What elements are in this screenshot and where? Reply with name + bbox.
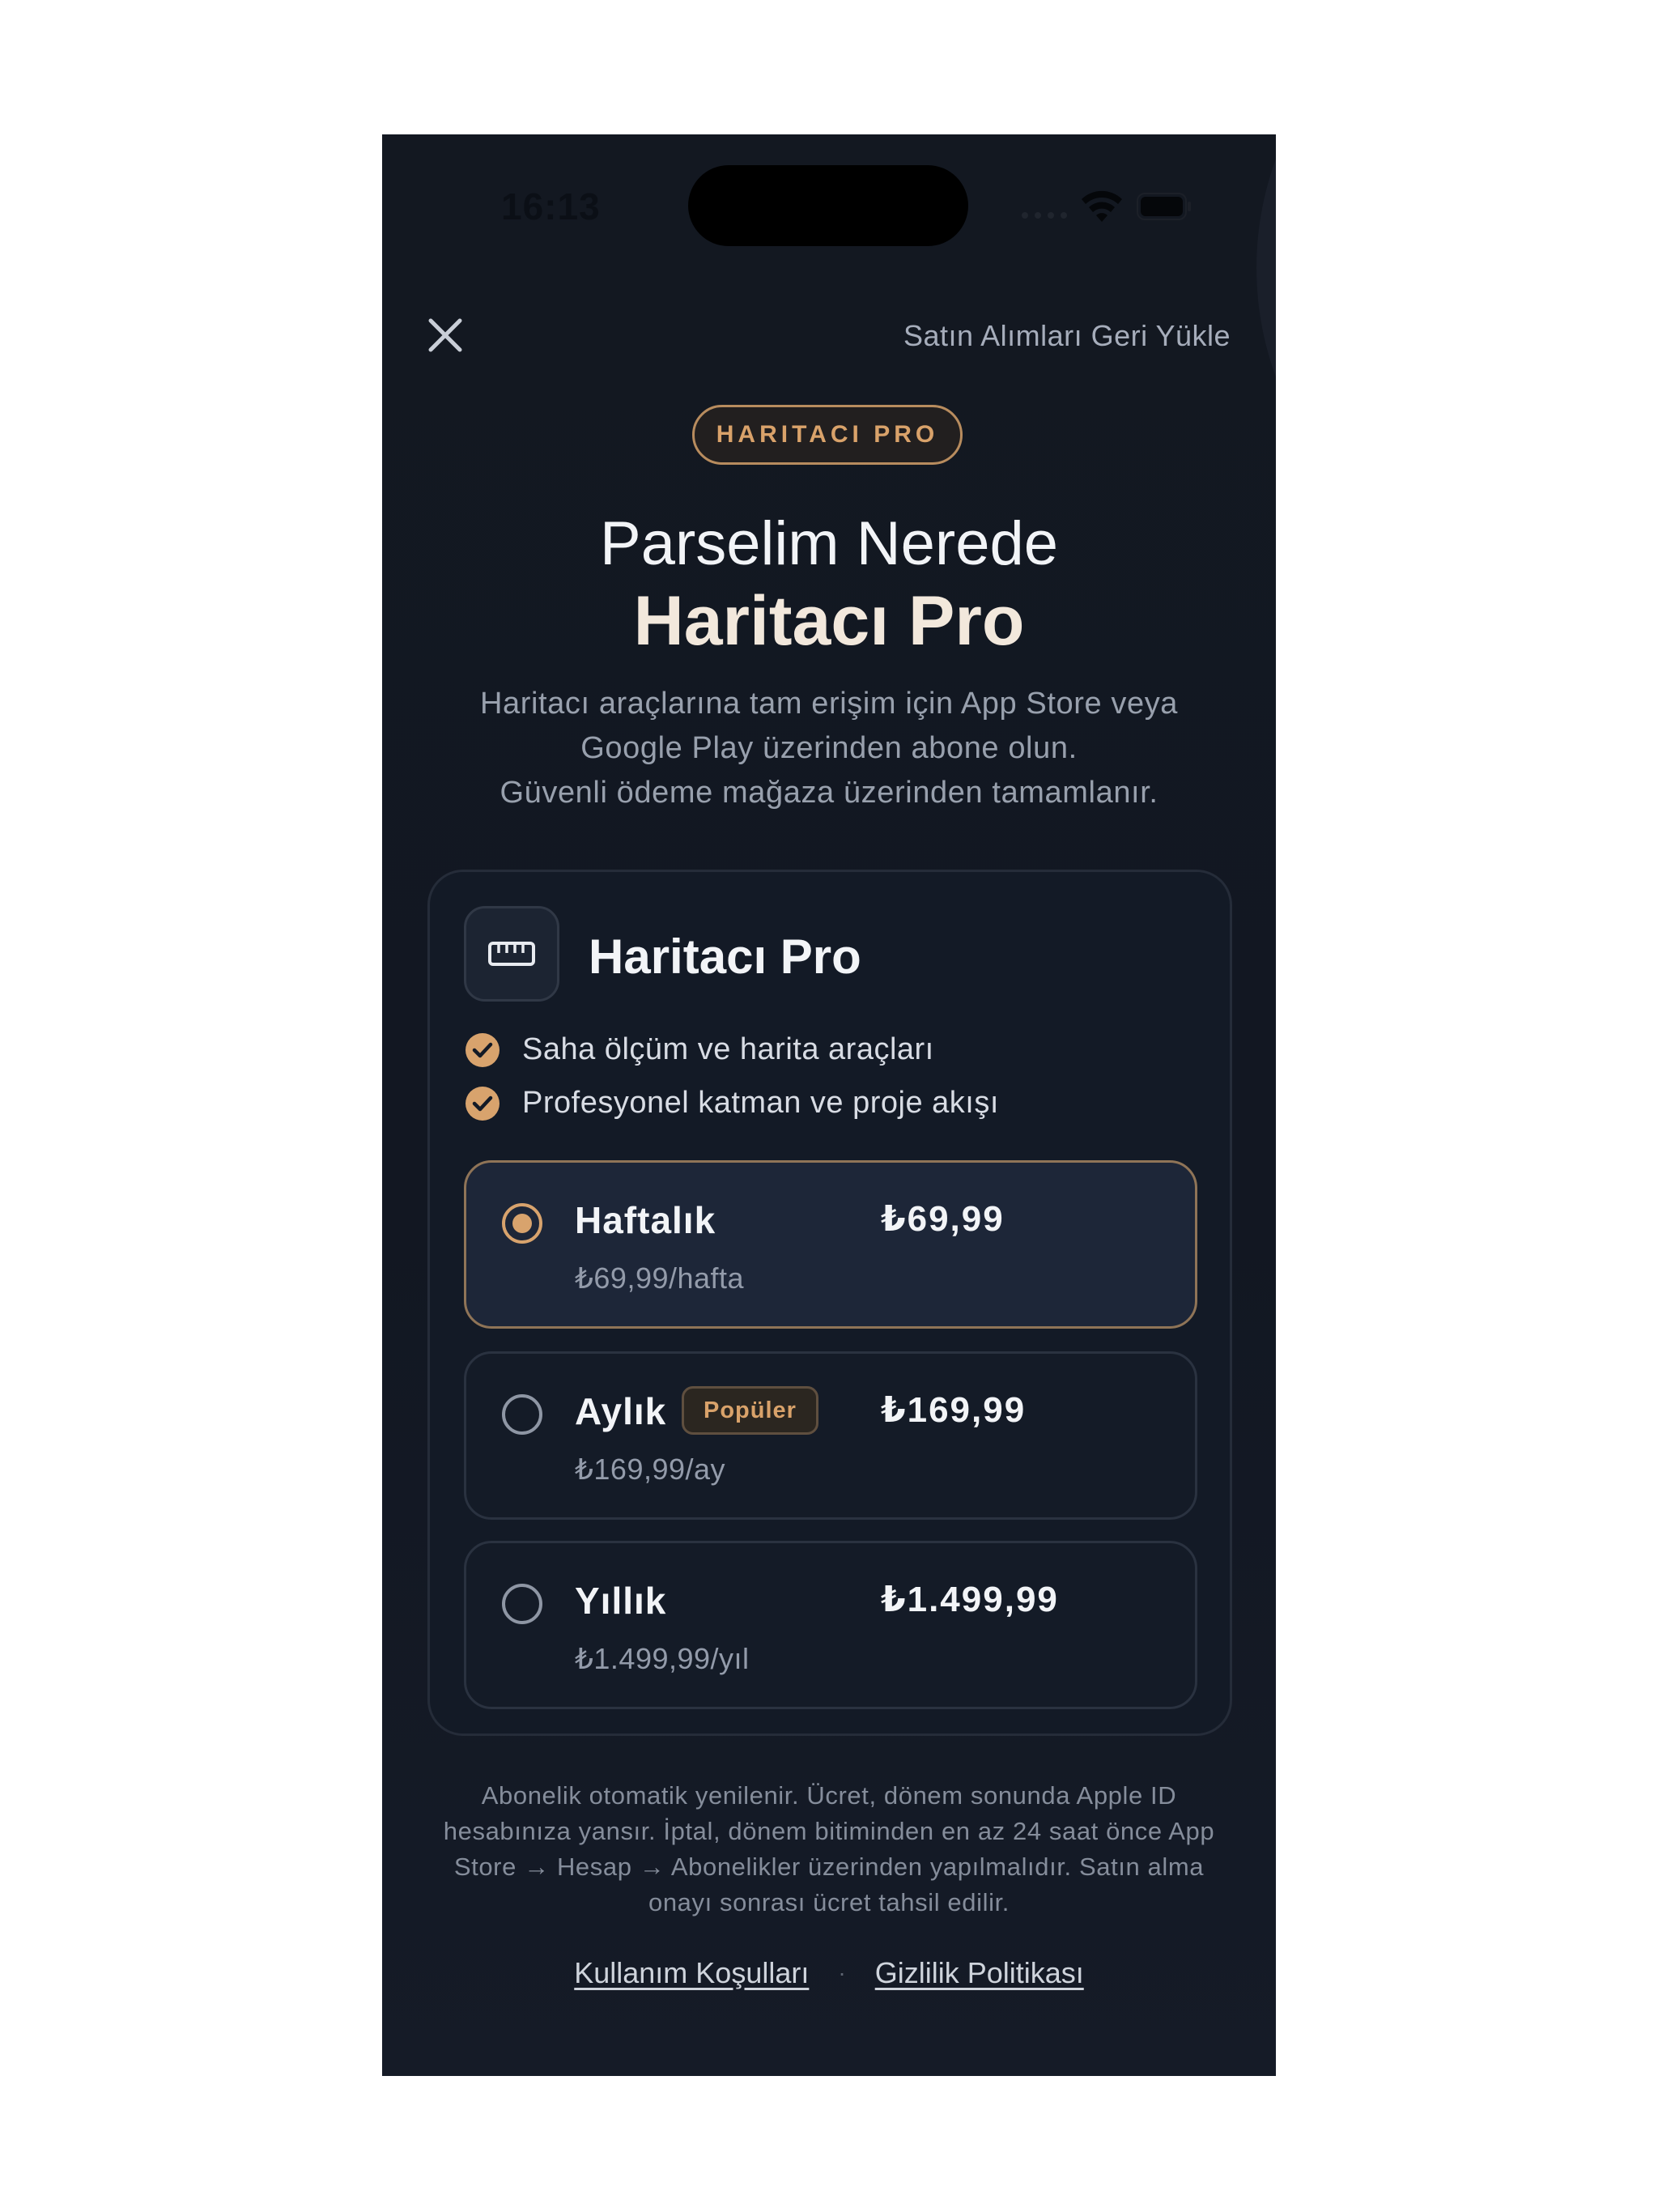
popular-badge: Popüler — [682, 1386, 818, 1435]
status-time: 16:13 — [501, 185, 601, 228]
plan-name: Haftalık — [575, 1199, 716, 1241]
paywall-screen: 16:13 Satın Alımları Geri Yükle HARITACI… — [382, 134, 1276, 2076]
legal-line: Store → Hesap → Abonelikler üzerinden ya… — [453, 1853, 1205, 1881]
plan-price: ₺69,99 — [881, 1199, 1005, 1239]
check-icon — [466, 1032, 500, 1067]
terms-link[interactable]: Kullanım Koşulları — [574, 1956, 809, 1990]
signal-icon — [1022, 212, 1067, 219]
plan-weekly[interactable]: Haftalık ₺69,99 ₺69,99/hafta — [464, 1160, 1197, 1329]
legal-line: hesabınıza yansır. İptal, dönem bitimind… — [443, 1817, 1215, 1845]
app-title: Parselim Nerede — [600, 509, 1058, 578]
radio-unselected-icon[interactable] — [502, 1394, 542, 1435]
ruler-icon — [464, 906, 559, 1002]
legal-text: Abonelik otomatik yenilenir. Ücret, döne… — [424, 1778, 1234, 1921]
product-title: Haritacı Pro — [633, 582, 1025, 660]
subtitle-line: Güvenli ödeme mağaza üzerinden tamamlanı… — [500, 776, 1158, 810]
close-icon[interactable] — [426, 316, 465, 355]
plan-yearly[interactable]: Yıllık ₺1.499,99 ₺1.499,99/yıl — [464, 1541, 1197, 1709]
link-separator: · — [838, 1960, 846, 1985]
plan-price: ₺169,99 — [881, 1390, 1027, 1430]
check-icon — [466, 1086, 500, 1121]
pro-badge: HARITACI PRO — [692, 405, 963, 465]
subscription-card: Haritacı Pro Saha ölçüm ve harita araçla… — [427, 870, 1232, 1736]
feature-item: Profesyonel katman ve proje akışı — [466, 1086, 999, 1121]
battery-icon — [1137, 193, 1191, 220]
plan-monthly[interactable]: Aylık Popüler ₺169,99 ₺169,99/ay — [464, 1351, 1197, 1520]
subtitle-line: Haritacı araçlarına tam erişim için App … — [479, 687, 1179, 721]
feature-label: Saha ölçüm ve harita araçları — [522, 1032, 934, 1066]
plan-period-price: ₺69,99/hafta — [575, 1261, 745, 1295]
legal-line: Abonelik otomatik yenilenir. Ücret, döne… — [481, 1781, 1177, 1810]
subtitle-line: Google Play üzerinden abone olun. — [580, 731, 1078, 765]
plan-name: Yıllık — [575, 1580, 667, 1622]
radio-selected-icon[interactable] — [502, 1203, 542, 1244]
plan-period-price: ₺169,99/ay — [575, 1453, 726, 1486]
restore-purchases-button[interactable]: Satın Alımları Geri Yükle — [903, 319, 1231, 353]
feature-label: Profesyonel katman ve proje akışı — [522, 1086, 999, 1120]
subtitle: Haritacı araçlarına tam erişim için App … — [431, 682, 1227, 815]
footer-links: Kullanım Koşulları · Gizlilik Politikası — [382, 1956, 1276, 1990]
radio-unselected-icon[interactable] — [502, 1584, 542, 1624]
dynamic-island — [688, 165, 968, 246]
feature-item: Saha ölçüm ve harita araçları — [466, 1032, 934, 1067]
plan-period-price: ₺1.499,99/yıl — [575, 1642, 750, 1675]
legal-line: onayı sonrası ücret tahsil edilir. — [648, 1888, 1010, 1916]
wifi-icon — [1082, 190, 1122, 222]
card-title: Haritacı Pro — [589, 929, 861, 984]
privacy-link[interactable]: Gizlilik Politikası — [875, 1956, 1084, 1990]
plan-price: ₺1.499,99 — [881, 1580, 1059, 1619]
plan-name: Aylık — [575, 1390, 667, 1432]
